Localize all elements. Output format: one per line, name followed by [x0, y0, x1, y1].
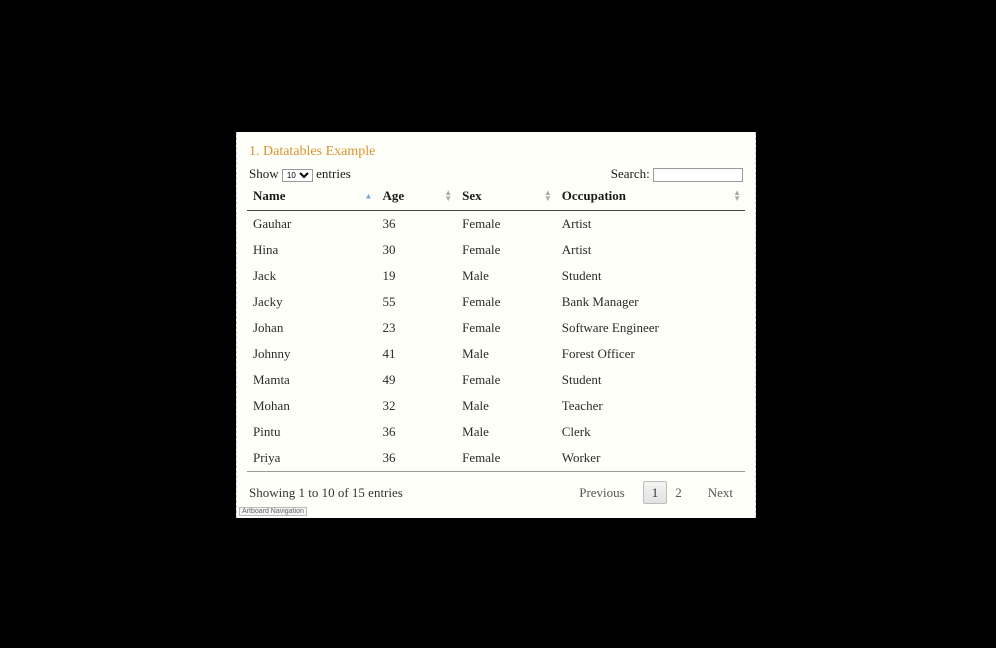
cell-occupation: Worker [556, 445, 745, 472]
cell-occupation: Artist [556, 211, 745, 238]
section-heading: 1. Datatables Example [249, 144, 745, 160]
cell-name: Johnny [247, 341, 376, 367]
table-info: Showing 1 to 10 of 15 entries [249, 485, 403, 501]
cell-occupation: Bank Manager [556, 289, 745, 315]
cell-name: Mohan [247, 393, 376, 419]
next-button[interactable]: Next [700, 482, 741, 504]
page-2-button[interactable]: 2 [667, 482, 690, 503]
pagination: Previous 12 Next [571, 482, 741, 504]
cell-sex: Male [456, 419, 556, 445]
cell-age: 36 [376, 445, 456, 472]
cell-age: 30 [376, 237, 456, 263]
cell-age: 36 [376, 419, 456, 445]
cell-age: 55 [376, 289, 456, 315]
length-suffix: entries [316, 166, 351, 181]
sort-both-icon: ▲▼ [444, 190, 452, 202]
column-header-sex[interactable]: Sex ▲▼ [456, 184, 556, 211]
sort-both-icon: ▲▼ [733, 190, 741, 202]
datatable-panel: 1. Datatables Example Show 10 entries Se… [236, 132, 756, 518]
search-input[interactable] [653, 168, 743, 182]
table-row: Mamta49FemaleStudent [247, 367, 745, 393]
cell-age: 41 [376, 341, 456, 367]
data-table: Name ▲ Age ▲▼ Sex ▲▼ Occupation ▲▼ Gauha… [247, 184, 745, 472]
cell-name: Gauhar [247, 211, 376, 238]
cell-sex: Male [456, 341, 556, 367]
cell-age: 36 [376, 211, 456, 238]
cell-sex: Male [456, 263, 556, 289]
table-row: Johnny41MaleForest Officer [247, 341, 745, 367]
cell-occupation: Clerk [556, 419, 745, 445]
cell-occupation: Forest Officer [556, 341, 745, 367]
column-header-age[interactable]: Age ▲▼ [376, 184, 456, 211]
column-header-occupation[interactable]: Occupation ▲▼ [556, 184, 745, 211]
table-row: Pintu36MaleClerk [247, 419, 745, 445]
sort-asc-icon: ▲ [365, 193, 373, 199]
table-row: Jack19MaleStudent [247, 263, 745, 289]
cell-age: 49 [376, 367, 456, 393]
table-footer: Showing 1 to 10 of 15 entries Previous 1… [247, 472, 745, 504]
table-row: Hina30FemaleArtist [247, 237, 745, 263]
search-label: Search: [611, 166, 650, 181]
cell-name: Jack [247, 263, 376, 289]
artboard-navigation[interactable]: Artboard Navigation [239, 507, 307, 516]
cell-name: Johan [247, 315, 376, 341]
column-header-occupation-label: Occupation [562, 188, 626, 203]
table-row: Johan23FemaleSoftware Engineer [247, 315, 745, 341]
cell-sex: Female [456, 211, 556, 238]
cell-occupation: Student [556, 367, 745, 393]
column-header-name-label: Name [253, 188, 286, 203]
page-1-button[interactable]: 1 [643, 481, 668, 504]
cell-occupation: Student [556, 263, 745, 289]
cell-age: 23 [376, 315, 456, 341]
cell-age: 32 [376, 393, 456, 419]
table-row: Priya36FemaleWorker [247, 445, 745, 472]
column-header-name[interactable]: Name ▲ [247, 184, 376, 211]
cell-name: Jacky [247, 289, 376, 315]
previous-button[interactable]: Previous [571, 482, 633, 504]
table-row: Jacky55FemaleBank Manager [247, 289, 745, 315]
cell-sex: Female [456, 237, 556, 263]
table-row: Mohan32MaleTeacher [247, 393, 745, 419]
table-body: Gauhar36FemaleArtistHina30FemaleArtistJa… [247, 211, 745, 472]
table-row: Gauhar36FemaleArtist [247, 211, 745, 238]
table-controls: Show 10 entries Search: [247, 166, 745, 182]
cell-sex: Female [456, 289, 556, 315]
cell-name: Pintu [247, 419, 376, 445]
cell-occupation: Artist [556, 237, 745, 263]
cell-name: Priya [247, 445, 376, 472]
cell-sex: Female [456, 445, 556, 472]
cell-name: Hina [247, 237, 376, 263]
cell-sex: Female [456, 367, 556, 393]
column-header-age-label: Age [382, 188, 404, 203]
cell-occupation: Teacher [556, 393, 745, 419]
cell-name: Mamta [247, 367, 376, 393]
length-control: Show 10 entries [249, 166, 351, 182]
length-prefix: Show [249, 166, 279, 181]
length-select[interactable]: 10 [282, 169, 313, 182]
cell-sex: Female [456, 315, 556, 341]
cell-age: 19 [376, 263, 456, 289]
column-header-sex-label: Sex [462, 188, 482, 203]
sort-both-icon: ▲▼ [544, 190, 552, 202]
cell-occupation: Software Engineer [556, 315, 745, 341]
search-control: Search: [611, 166, 743, 182]
header-row: Name ▲ Age ▲▼ Sex ▲▼ Occupation ▲▼ [247, 184, 745, 211]
cell-sex: Male [456, 393, 556, 419]
